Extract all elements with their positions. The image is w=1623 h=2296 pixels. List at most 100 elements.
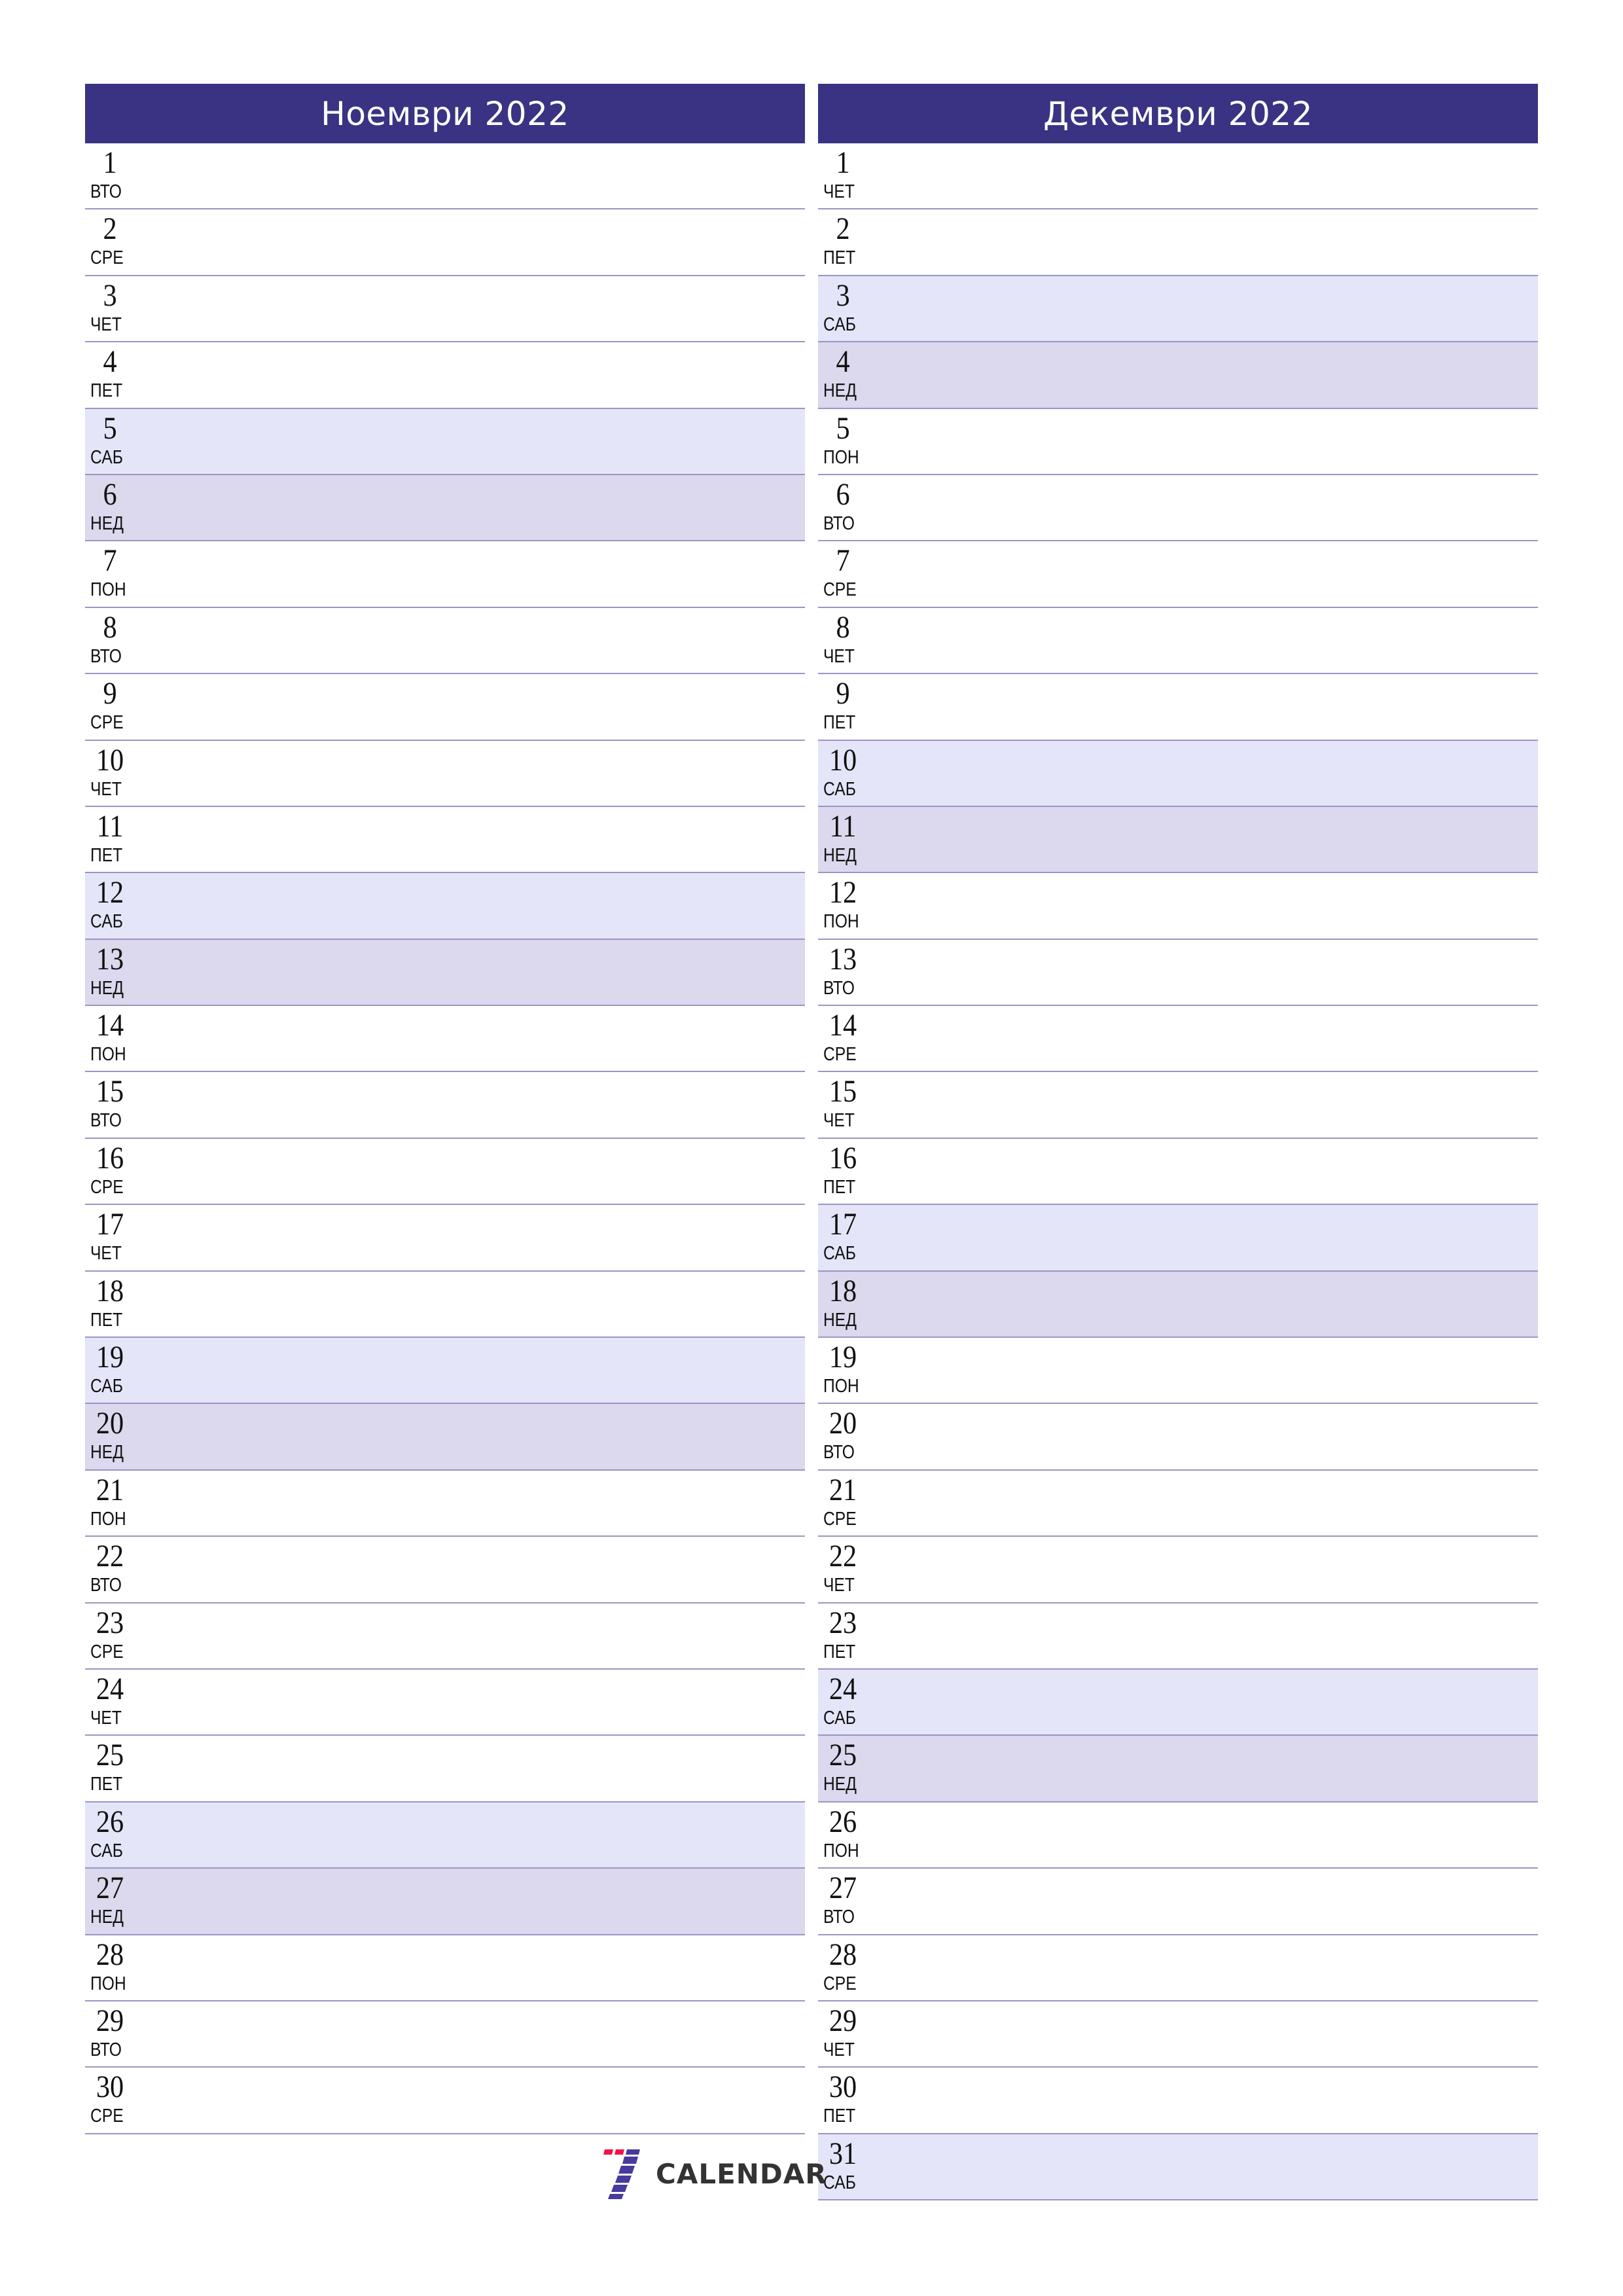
day-row: 24 ЧЕТ xyxy=(85,1669,805,1736)
weekday-label: ПОН xyxy=(90,1973,126,1994)
weekday-label: ПОН xyxy=(823,911,859,933)
day-number: 10 xyxy=(829,742,857,778)
day-row: 26 САБ xyxy=(85,1802,805,1869)
weekday-label: ПЕТ xyxy=(823,1641,856,1662)
weekday-label: СРЕ xyxy=(823,1044,857,1066)
day-number: 30 xyxy=(829,2070,857,2105)
weekday-label: ВТО xyxy=(90,1110,122,1132)
weekday-label: СРЕ xyxy=(823,1508,857,1530)
day-number: 6 xyxy=(836,476,850,512)
day-number: 28 xyxy=(96,1937,124,1972)
day-row: 3 САБ xyxy=(818,276,1538,343)
brand-logo: CALENDAR xyxy=(601,2148,827,2199)
weekday-label: САБ xyxy=(823,314,856,335)
weekday-label: САБ xyxy=(90,1376,123,1397)
day-row: 4 НЕД xyxy=(818,342,1538,409)
day-row: 3 ЧЕТ xyxy=(85,276,805,343)
day-number: 30 xyxy=(96,2070,124,2105)
weekday-label: САБ xyxy=(823,1707,856,1729)
day-row: 22 ЧЕТ xyxy=(818,1537,1538,1604)
day-row: 24 САБ xyxy=(818,1669,1538,1736)
weekday-label: НЕД xyxy=(823,1774,857,1795)
weekday-label: ВТО xyxy=(90,645,122,667)
month-column-december: Декември 2022 1 ЧЕТ 2 ПЕТ 3 САБ 4 НЕД 5 ПОН 6 ВТО 7 С… xyxy=(818,84,1538,2201)
day-row: 21 ПОН xyxy=(85,1470,805,1537)
seven-logo-icon xyxy=(603,2149,640,2199)
day-list: 1 ЧЕТ 2 ПЕТ 3 САБ 4 НЕД 5 ПОН 6 ВТО 7 СРЕ 8 ЧЕТ 9 ПЕТ 10 СА… xyxy=(818,143,1538,2201)
weekday-label: ЧЕТ xyxy=(823,1110,855,1132)
weekday-label: ЧЕТ xyxy=(90,778,122,800)
day-row: 25 НЕД xyxy=(818,1736,1538,1803)
day-row: 1 ВТО xyxy=(85,143,805,210)
day-number: 11 xyxy=(829,808,857,844)
day-row: 14 ПОН xyxy=(85,1006,805,1073)
day-number: 11 xyxy=(96,808,124,844)
day-row: 4 ПЕТ xyxy=(85,342,805,409)
day-number: 15 xyxy=(96,1074,124,1109)
weekday-label: СРЕ xyxy=(90,1176,124,1198)
weekday-label: НЕД xyxy=(823,380,857,402)
month-header: Ноември 2022 xyxy=(85,84,805,143)
day-number: 24 xyxy=(829,1671,857,1706)
day-row: 27 НЕД xyxy=(85,1869,805,1935)
day-row: 1 ЧЕТ xyxy=(818,143,1538,210)
day-number: 4 xyxy=(103,344,117,380)
day-row: 30 ПЕТ xyxy=(818,2068,1538,2134)
day-number: 20 xyxy=(829,1406,857,1441)
day-number: 12 xyxy=(96,875,124,910)
day-number: 9 xyxy=(103,676,117,711)
day-number: 23 xyxy=(96,1605,124,1640)
weekday-label: СРЕ xyxy=(823,579,857,601)
weekday-label: НЕД xyxy=(90,1907,124,1928)
weekday-label: ПЕТ xyxy=(90,1774,123,1795)
day-row: 8 ВТО xyxy=(85,607,805,675)
day-row: 13 НЕД xyxy=(85,939,805,1007)
day-row: 14 СРЕ xyxy=(818,1006,1538,1073)
weekday-label: ЧЕТ xyxy=(823,645,855,667)
day-row: 6 ВТО xyxy=(818,475,1538,542)
day-number: 29 xyxy=(96,2003,124,2038)
day-number: 24 xyxy=(96,1671,124,1706)
weekday-label: ПЕТ xyxy=(90,380,123,402)
day-row: 5 САБ xyxy=(85,408,805,475)
day-number: 6 xyxy=(103,476,117,512)
weekday-label: ПОН xyxy=(823,446,859,468)
day-number: 12 xyxy=(829,875,857,910)
weekday-label: ПЕТ xyxy=(823,1176,856,1198)
weekday-label: СРЕ xyxy=(823,1973,857,1994)
weekday-label: ПЕТ xyxy=(90,1309,123,1331)
weekday-label: СРЕ xyxy=(90,712,124,734)
day-number: 2 xyxy=(836,211,850,247)
day-number: 31 xyxy=(829,2136,857,2171)
weekday-label: САБ xyxy=(823,778,856,800)
weekday-label: СРЕ xyxy=(90,2106,124,2127)
weekday-label: ПЕТ xyxy=(823,712,856,734)
day-row: 17 САБ xyxy=(818,1205,1538,1272)
day-row: 10 ЧЕТ xyxy=(85,740,805,807)
month-column-november: Ноември 2022 1 ВТО 2 СРЕ 3 ЧЕТ 4 ПЕТ 5 САБ 6 НЕД 7 ПО… xyxy=(85,84,805,2134)
day-row: 5 ПОН xyxy=(818,408,1538,475)
weekday-label: ЧЕТ xyxy=(823,181,855,202)
weekday-label: ВТО xyxy=(823,977,855,999)
day-row: 15 ЧЕТ xyxy=(818,1072,1538,1139)
day-number: 17 xyxy=(829,1207,857,1242)
day-row: 9 ПЕТ xyxy=(818,674,1538,741)
day-number: 19 xyxy=(829,1340,857,1375)
day-row: 16 ПЕТ xyxy=(818,1138,1538,1206)
day-row: 7 СРЕ xyxy=(818,541,1538,608)
day-number: 28 xyxy=(829,1937,857,1972)
day-row: 10 САБ xyxy=(818,740,1538,807)
day-number: 16 xyxy=(829,1140,857,1175)
day-number: 22 xyxy=(829,1539,857,1574)
day-number: 17 xyxy=(96,1207,124,1242)
weekday-label: НЕД xyxy=(90,512,124,534)
day-row: 19 ПОН xyxy=(818,1338,1538,1405)
day-number: 9 xyxy=(836,676,850,711)
weekday-label: ПОН xyxy=(823,1376,859,1397)
weekday-label: СРЕ xyxy=(90,247,124,269)
weekday-label: ВТО xyxy=(90,1575,122,1596)
weekday-label: ВТО xyxy=(823,1442,855,1463)
day-row: 13 ВТО xyxy=(818,939,1538,1007)
day-number: 27 xyxy=(829,1871,857,1906)
day-number: 26 xyxy=(96,1804,124,1839)
